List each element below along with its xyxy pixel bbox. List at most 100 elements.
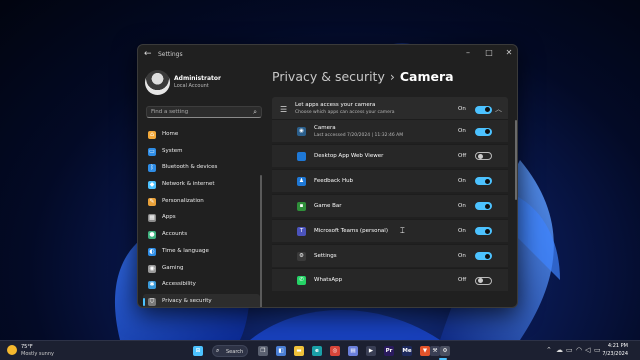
store-icon[interactable]: ▤ (348, 346, 358, 356)
gamepad-icon: ◉ (148, 264, 156, 273)
tool-icon[interactable]: ⚒ (430, 346, 440, 356)
taskbar-search[interactable]: ⌕ Search (212, 345, 248, 357)
clock-date[interactable]: 7/23/2024 (598, 351, 628, 357)
camera-settings-panel: ☰ Let apps access your camera Choose whi… (272, 97, 508, 307)
camera-app-icon: ◉ (297, 127, 306, 136)
camera-access-state: On (458, 106, 466, 112)
chevron-up-icon[interactable]: ⌃ (546, 346, 552, 354)
weather-sun-icon[interactable] (7, 345, 17, 355)
toggle-knob (485, 107, 490, 112)
app-toggle-state: On (458, 202, 466, 209)
app-row: ▪ Game Bar On (272, 193, 508, 217)
media-encoder-icon[interactable]: Me (402, 346, 412, 356)
sidebar-item-gamepad[interactable]: ◉ Gaming (143, 261, 260, 278)
toggle-knob (485, 228, 490, 234)
taskbar-search-label: Search (226, 348, 244, 355)
app-name: WhatsApp (314, 277, 343, 284)
task-view-icon[interactable]: ❐ (258, 346, 268, 356)
meet-icon[interactable]: ◧ (276, 346, 286, 356)
app-list-icon: ☰ (280, 105, 288, 114)
app-camera-toggle[interactable] (475, 252, 492, 260)
shield-icon: ⛉ (148, 297, 156, 306)
sidebar-item-brush[interactable]: ✎ Personalization (143, 194, 260, 211)
start-icon[interactable]: ⊞ (193, 346, 203, 356)
sidebar-item-shield[interactable]: ⛉ Privacy & security (143, 293, 260, 307)
globe-icon: ◐ (148, 247, 156, 256)
minimize-button[interactable]: – (459, 48, 477, 57)
sidebar-item-accessibility[interactable]: ✱ Accessibility (143, 277, 260, 294)
sidebar-item-home[interactable]: ⌂ Home (143, 127, 260, 144)
camera-access-subtitle: Choose which apps can access your camera (295, 110, 395, 115)
sidebar-item-network[interactable]: ◆ Network & internet (143, 177, 260, 194)
sidebar-item-globe[interactable]: ◐ Time & language (143, 244, 260, 261)
app-row: ◉ Camera Last accessed 7/20/2024 | 11:32:4… (272, 119, 508, 142)
avatar[interactable] (145, 70, 170, 95)
app-row: T Microsoft Teams (personal) On (272, 218, 508, 242)
sidebar-item-label: Home (162, 131, 179, 137)
chrome-icon[interactable]: ◎ (330, 346, 340, 356)
system-icon: ▭ (148, 147, 156, 156)
app-camera-toggle[interactable] (475, 127, 492, 136)
volume-icon[interactable]: ◁ (585, 346, 590, 354)
app-toggle-state: Off (458, 152, 467, 159)
app-name: Camera (314, 125, 336, 131)
toggle-knob (485, 129, 490, 134)
app-name: Settings (314, 252, 337, 259)
search-icon: ⌕ (253, 108, 257, 116)
app-toggle-state: On (458, 252, 466, 259)
brush-icon: ✎ (148, 197, 156, 206)
maximize-button[interactable]: □ (480, 48, 498, 57)
edge-icon[interactable]: e (312, 346, 322, 356)
app-row: ♟ Feedback Hub On (272, 168, 508, 192)
camera-access-toggle[interactable] (475, 105, 492, 114)
file-explorer-icon[interactable]: ▬ (294, 346, 304, 356)
app-toggle-state: On (458, 227, 466, 234)
window-title: Settings (158, 51, 183, 58)
app-name: Feedback Hub (314, 177, 354, 184)
app-name: Desktop App Web Viewer (314, 152, 384, 159)
close-button[interactable]: ✕ (500, 48, 517, 57)
feedback-hub-icon: ♟ (297, 176, 306, 186)
onedrive-icon[interactable]: ☁ (556, 346, 563, 354)
app-name: Game Bar (314, 202, 342, 209)
content-scrollbar[interactable] (515, 120, 517, 200)
sidebar-item-label: Personalization (162, 197, 204, 204)
app-camera-toggle[interactable] (475, 177, 492, 186)
user-profile[interactable]: Administrator Local Account (145, 70, 265, 100)
app-camera-toggle[interactable] (475, 276, 492, 285)
media-icon[interactable]: ▶ (366, 346, 376, 356)
sidebar-item-label: Privacy & security (162, 297, 212, 304)
display-icon[interactable]: ▭ (566, 346, 573, 354)
sidebar-item-bluetooth[interactable]: ᛒ Bluetooth & devices (143, 160, 260, 177)
sidebar-item-system[interactable]: ▭ System (143, 144, 260, 161)
premiere-icon[interactable]: Pr (384, 346, 394, 356)
app-row: Desktop App Web Viewer Off (272, 143, 508, 167)
app-camera-toggle[interactable] (475, 227, 492, 236)
teams-icon: T (297, 226, 306, 236)
whatsapp-icon: ✆ (297, 276, 306, 286)
brave-icon[interactable]: ▼ (420, 346, 430, 356)
sidebar-scrollbar[interactable] (260, 175, 262, 307)
toggle-knob (477, 153, 483, 159)
chevron-up-icon[interactable]: ︿ (495, 104, 502, 114)
app-row: ⚙ Settings On (272, 243, 508, 267)
user-name: Administrator (174, 75, 221, 82)
sidebar-item-label: System (162, 147, 183, 154)
search-input[interactable]: Find a setting ⌕ (146, 106, 262, 118)
settings-taskbar-icon[interactable]: ⚙ (440, 346, 450, 356)
page-title: Privacy & security › Camera (272, 69, 454, 84)
settings-window: ← Settings – □ ✕ Administrator Local Acc… (137, 44, 518, 308)
weather-temperature[interactable]: 75°F (21, 344, 33, 350)
sidebar-item-label: Gaming (162, 264, 184, 271)
app-camera-toggle[interactable] (475, 152, 492, 161)
breadcrumb-parent[interactable]: Privacy & security (272, 69, 385, 84)
sidebar-item-accounts[interactable]: ● Accounts (143, 227, 260, 244)
wifi-icon[interactable]: ◠ (576, 346, 582, 354)
clock-time[interactable]: 4:21 PM (598, 343, 628, 349)
sidebar-item-apps[interactable]: ▦ Apps (143, 210, 260, 227)
battery-icon[interactable]: ▭ (594, 346, 601, 354)
weather-description[interactable]: Mostly sunny (21, 351, 54, 357)
app-camera-toggle[interactable] (475, 202, 492, 211)
sidebar-item-label: Network & internet (162, 181, 215, 188)
back-arrow-icon[interactable]: ← (144, 49, 152, 59)
